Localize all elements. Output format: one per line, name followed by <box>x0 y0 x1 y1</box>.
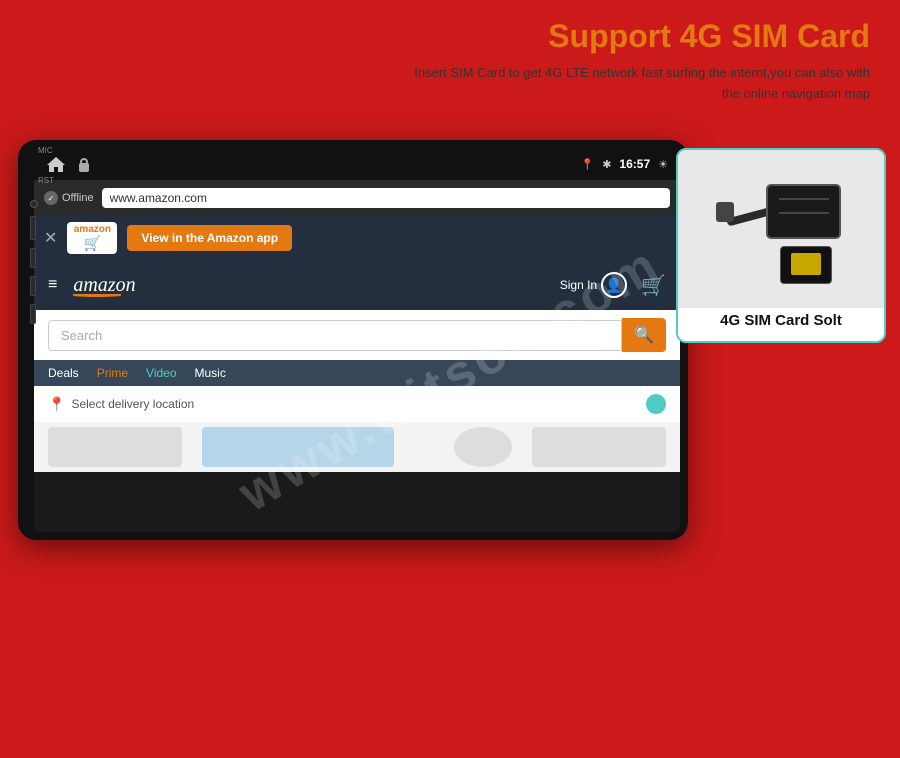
brightness-icon: ☀ <box>658 158 668 171</box>
stereo-device: MIC RST <box>18 140 688 540</box>
cart-icon-banner: 🛒 <box>84 235 101 252</box>
subtitle-line2: the online navigation map <box>722 86 870 101</box>
product-image-3 <box>532 427 666 467</box>
subtitle-line1: Insert SIM Card to get 4G LTE network fa… <box>414 65 870 80</box>
product-strip <box>34 422 680 472</box>
sign-in-button[interactable]: Sign In 👤 <box>560 272 627 298</box>
nav-video[interactable]: Video <box>146 366 176 380</box>
screen: 📍 ✱ 16:57 ☀ ✓ Offline www.amazon.com ✕ a… <box>34 148 680 532</box>
subtitle: Insert SIM Card to get 4G LTE network fa… <box>30 63 870 105</box>
amazon-logo-area: ≡ amazon <box>48 274 136 297</box>
sim-card-box: 4G SIM Card Solt <box>676 148 886 343</box>
status-bar: 📍 ✱ 16:57 ☀ <box>34 148 680 180</box>
search-bar-area: Search 🔍 <box>34 310 680 360</box>
teal-indicator <box>646 394 666 414</box>
home-icon <box>46 155 66 173</box>
user-icon: 👤 <box>601 272 627 298</box>
title-highlight: 4G SIM Card <box>680 18 870 54</box>
delivery-left: 📍 Select delivery location <box>48 396 194 413</box>
cart-icon-main[interactable]: 🛒 <box>641 273 666 298</box>
delivery-text: Select delivery location <box>71 397 194 411</box>
sign-in-text: Sign In <box>560 278 597 292</box>
title-prefix: Support <box>548 18 680 54</box>
lock-icon <box>78 156 90 172</box>
sim-slot-line2 <box>779 212 829 214</box>
amazon-logo-small: amazon 🛒 <box>67 222 117 254</box>
status-left <box>46 155 90 173</box>
nav-links: Deals Prime Video Music <box>34 360 680 386</box>
home-button[interactable] <box>30 248 36 268</box>
search-button[interactable]: 🔍 <box>622 318 666 352</box>
browser-bar: ✓ Offline www.amazon.com <box>34 180 680 216</box>
nav-deals[interactable]: Deals <box>48 366 79 380</box>
offline-circle: ✓ <box>44 191 58 205</box>
view-in-app-button[interactable]: View in the Amazon app <box>127 225 292 251</box>
sim-chip <box>791 253 821 275</box>
url-bar[interactable]: www.amazon.com <box>102 188 670 208</box>
sim-device-illustration <box>716 184 846 274</box>
bluetooth-icon: ✱ <box>602 158 611 171</box>
side-buttons <box>30 200 38 324</box>
sim-reader-device <box>766 184 841 239</box>
mic-label: MIC <box>38 146 53 155</box>
power-button[interactable] <box>30 200 38 208</box>
location-icon: 📍 <box>581 158 595 171</box>
offline-badge: ✓ Offline <box>44 191 94 205</box>
hamburger-icon[interactable]: ≡ <box>48 276 57 294</box>
time-display: 16:57 <box>619 157 650 171</box>
rst-label: RST <box>38 176 54 185</box>
sim-image-area <box>678 150 884 308</box>
amazon-header: ≡ amazon Sign In 👤 🛒 <box>34 260 680 310</box>
offline-text: Offline <box>62 192 94 204</box>
sim-slot-line <box>779 198 829 200</box>
back-button[interactable] <box>30 276 36 296</box>
amazon-right-icons: Sign In 👤 🛒 <box>560 272 666 298</box>
amazon-logo-main: amazon <box>73 274 135 297</box>
sim-card-label: 4G SIM Card Solt <box>720 312 842 329</box>
top-section: Support 4G SIM Card Insert SIM Card to g… <box>0 0 900 115</box>
product-image-1 <box>48 427 182 467</box>
amazon-banner: ✕ amazon 🛒 View in the Amazon app <box>34 216 680 260</box>
nav-music[interactable]: Music <box>195 366 226 380</box>
vol-down-button[interactable] <box>30 304 36 324</box>
product-image-2 <box>202 427 394 467</box>
vol-up-button[interactable] <box>30 216 36 240</box>
product-round <box>454 427 512 467</box>
delivery-bar[interactable]: 📍 Select delivery location <box>34 386 680 422</box>
close-button[interactable]: ✕ <box>44 228 57 248</box>
sim-connector <box>716 202 734 222</box>
delivery-location-icon: 📍 <box>48 396 65 413</box>
amazon-logo-text: amazon <box>73 274 135 297</box>
device-area: MIC RST <box>18 140 698 730</box>
nav-prime[interactable]: Prime <box>97 366 128 380</box>
status-right: 📍 ✱ 16:57 ☀ <box>581 157 669 171</box>
search-input[interactable]: Search <box>48 320 622 351</box>
sim-card <box>780 246 832 284</box>
amazon-banner-text: amazon <box>74 224 111 235</box>
main-title: Support 4G SIM Card <box>30 18 870 55</box>
